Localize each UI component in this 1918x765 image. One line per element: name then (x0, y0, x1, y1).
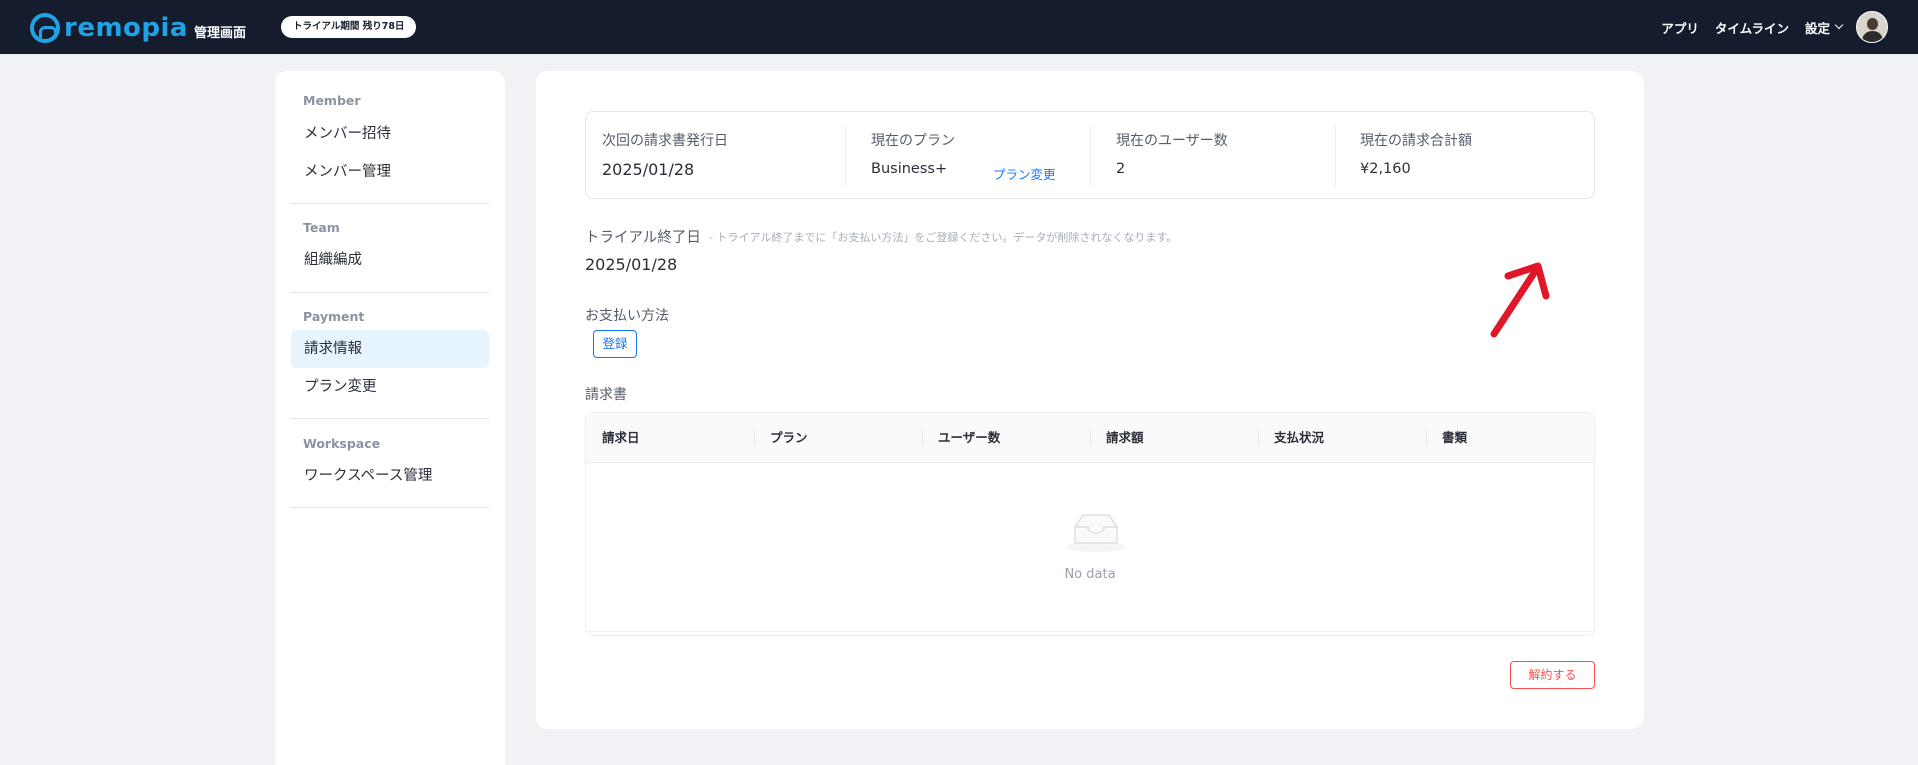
plan-change-link[interactable]: プラン変更 (993, 164, 1056, 183)
sidebar-divider (291, 292, 489, 293)
column-header-user-count[interactable]: ユーザー数 (938, 413, 1000, 463)
red-arrow-annotation-icon (1490, 262, 1550, 338)
invoice-table: 請求日 プラン ユーザー数 請求額 支払状況 書類 No data (585, 412, 1595, 636)
register-payment-button[interactable]: 登録 (593, 330, 637, 358)
user-count-col: 現在のユーザー数 2 (1100, 112, 1344, 200)
settings-sidebar: Member メンバー招待 メンバー管理 Team 組織編成 Payment 請… (275, 71, 505, 765)
nav-timeline-link[interactable]: タイムライン (1715, 18, 1789, 37)
sidebar-item-workspace-manage[interactable]: ワークスペース管理 (291, 457, 489, 495)
top-header: remopia 管理画面 トライアル期間 残り78日 アプリ タイムライン 設定 (0, 0, 1918, 54)
avatar-head (1867, 18, 1878, 30)
sidebar-section-member: Member (303, 93, 361, 108)
remopia-logo[interactable]: remopia 管理画面 (30, 12, 246, 44)
current-plan-value: Business+ (871, 161, 948, 177)
column-header-amount[interactable]: 請求額 (1106, 413, 1144, 463)
logo-text: remopia (64, 13, 188, 43)
column-header-documents[interactable]: 書類 (1442, 413, 1467, 463)
table-bottom-border (586, 631, 1594, 632)
summary-separator (1335, 126, 1336, 186)
chevron-down-icon (1834, 20, 1844, 30)
top-nav: アプリ タイムライン 設定 (1645, 11, 1888, 43)
sidebar-item-billing-info[interactable]: 請求情報 (291, 330, 489, 368)
current-plan-label: 現在のプラン (871, 133, 955, 149)
sidebar-section-payment: Payment (303, 309, 365, 324)
trial-end-note: - トライアル終了までに「お支払い方法」をご登録ください。データが削除されなくな… (709, 231, 1178, 244)
column-separator (754, 429, 755, 447)
column-separator (922, 429, 923, 447)
sidebar-item-org-structure[interactable]: 組織編成 (291, 241, 489, 279)
sidebar-item-member-invite[interactable]: メンバー招待 (291, 115, 489, 153)
user-count-value: 2 (1116, 161, 1126, 177)
column-separator (1426, 429, 1427, 447)
billing-card: 次回の請求書発行日 2025/01/28 現在のプラン Business+ プラ… (536, 71, 1644, 729)
empty-inbox-icon (1066, 514, 1126, 552)
nav-app-link[interactable]: アプリ (1661, 18, 1699, 37)
next-invoice-value: 2025/01/28 (602, 160, 695, 179)
nav-settings-dropdown[interactable]: 設定 (1804, 18, 1844, 37)
total-amount-value: ¥2,160 (1360, 161, 1411, 177)
summary-separator (1090, 126, 1091, 186)
sidebar-section-team: Team (303, 220, 340, 235)
next-invoice-date-col: 次回の請求書発行日 2025/01/28 (586, 112, 846, 200)
sidebar-section-workspace: Workspace (303, 436, 381, 451)
user-count-label: 現在のユーザー数 (1116, 133, 1228, 149)
trial-remaining-badge: トライアル期間 残り78日 (281, 16, 417, 38)
nav-settings-label: 設定 (1804, 20, 1830, 36)
avatar-body (1862, 31, 1883, 42)
sidebar-divider (291, 507, 489, 508)
next-invoice-label: 次回の請求書発行日 (602, 133, 728, 149)
total-amount-label: 現在の請求合計額 (1360, 133, 1472, 149)
sidebar-item-member-manage[interactable]: メンバー管理 (291, 153, 489, 191)
current-plan-col: 現在のプラン Business+ プラン変更 (855, 112, 1099, 200)
column-separator (1258, 429, 1259, 447)
logo-subtitle: 管理画面 (193, 25, 246, 41)
invoice-section-label: 請求書 (585, 387, 627, 403)
user-avatar[interactable] (1856, 11, 1888, 43)
payment-method-label: お支払い方法 (585, 308, 669, 324)
sidebar-divider (291, 203, 489, 204)
column-separator (1090, 429, 1091, 447)
empty-state-text: No data (1064, 567, 1116, 582)
trial-end-date: 2025/01/28 (585, 255, 678, 274)
sidebar-divider (291, 418, 489, 419)
remopia-logo-icon (30, 13, 60, 43)
trial-end-label: トライアル終了日 (585, 230, 701, 246)
column-header-payment-status[interactable]: 支払状況 (1274, 413, 1324, 463)
billing-summary: 次回の請求書発行日 2025/01/28 現在のプラン Business+ プラ… (585, 111, 1595, 199)
invoice-table-header: 請求日 プラン ユーザー数 請求額 支払状況 書類 (586, 413, 1594, 463)
summary-separator (845, 126, 846, 186)
total-amount-col: 現在の請求合計額 ¥2,160 (1344, 112, 1594, 200)
cancel-subscription-button[interactable]: 解約する (1510, 661, 1595, 689)
sidebar-item-plan-change[interactable]: プラン変更 (291, 368, 489, 406)
column-header-plan[interactable]: プラン (770, 413, 808, 463)
column-header-invoice-date[interactable]: 請求日 (602, 413, 640, 463)
